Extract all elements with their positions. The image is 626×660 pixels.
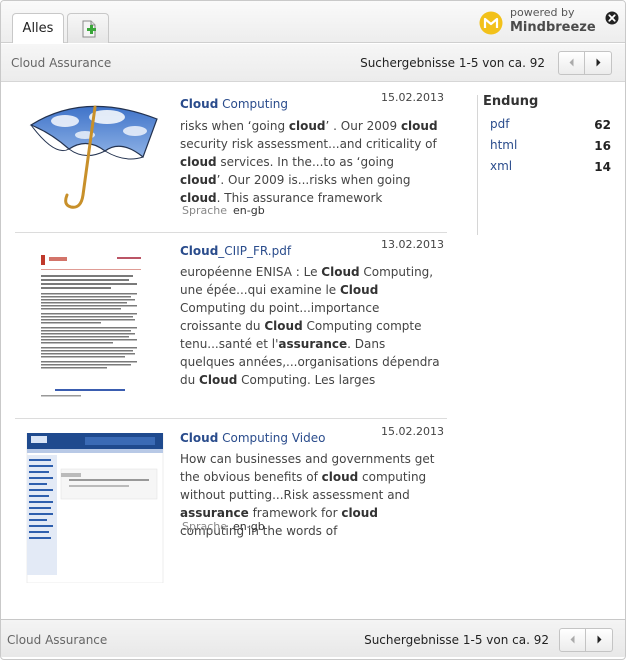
result-title-rest: _CIIP_FR.pdf bbox=[218, 244, 292, 258]
pdf-document-thumbnail[interactable] bbox=[25, 249, 165, 399]
results-footer-bar: Cloud Assurance Suchergebnisse 1-5 von c… bbox=[1, 619, 625, 657]
facet-title: Endung bbox=[483, 94, 539, 109]
previous-page-button[interactable] bbox=[560, 629, 586, 651]
result-title-highlight: Cloud bbox=[180, 431, 219, 445]
result-title-highlight: Cloud bbox=[180, 97, 219, 111]
chevron-right-icon bbox=[596, 58, 601, 67]
query-text: Cloud Assurance bbox=[11, 56, 112, 70]
meta-value: en-gb bbox=[233, 520, 265, 533]
result-item: Cloud_CIIP_FR.pdf 13.02.2013 européenne … bbox=[15, 233, 447, 419]
previous-page-button[interactable] bbox=[559, 52, 585, 74]
facet-item-count: 14 bbox=[594, 160, 611, 174]
result-title-rest: Computing bbox=[218, 97, 289, 111]
pager bbox=[559, 628, 613, 652]
result-meta: Sprache en-gb bbox=[182, 204, 265, 217]
facet-item-label: xml bbox=[490, 159, 513, 173]
result-title-link[interactable]: Cloud_CIIP_FR.pdf bbox=[180, 244, 291, 258]
chevron-left-icon bbox=[570, 635, 575, 644]
meta-label: Sprache bbox=[182, 204, 228, 217]
query-text: Cloud Assurance bbox=[7, 633, 108, 647]
result-title-rest: Computing Video bbox=[218, 431, 326, 445]
facet-item-xml[interactable]: xml 14 bbox=[483, 157, 613, 178]
facet-item-label: html bbox=[490, 138, 518, 152]
webpage-thumbnail[interactable] bbox=[25, 433, 165, 583]
meta-label: Sprache bbox=[182, 520, 228, 533]
close-icon[interactable] bbox=[605, 11, 619, 25]
meta-value: en-gb bbox=[233, 204, 265, 217]
result-count: Suchergebnisse 1-5 von ca. 92 bbox=[360, 56, 545, 70]
add-tab-button[interactable] bbox=[67, 13, 109, 43]
mindbreeze-logo-icon bbox=[479, 11, 503, 35]
facet-item-html[interactable]: html 16 bbox=[483, 136, 613, 157]
result-date: 15.02.2013 bbox=[381, 425, 444, 438]
result-snippet: risks when ‘going cloud’ . Our 2009 clou… bbox=[180, 119, 438, 205]
brand: powered by Mindbreeze bbox=[477, 5, 617, 39]
result-item: Cloud Computing 15.02.2013 risks when ‘g… bbox=[15, 83, 447, 233]
facet-item-pdf[interactable]: pdf 62 bbox=[483, 115, 613, 136]
facet-item-count: 62 bbox=[594, 118, 611, 132]
brand-name: Mindbreeze bbox=[510, 20, 596, 35]
tab-bar: Alles powered by Mindbreeze bbox=[1, 1, 625, 43]
results-header-bar: Cloud Assurance Suchergebnisse 1-5 von c… bbox=[1, 44, 625, 82]
result-title-link[interactable]: Cloud Computing bbox=[180, 97, 288, 111]
chevron-left-icon bbox=[569, 58, 574, 67]
next-page-button[interactable] bbox=[586, 52, 612, 74]
chevron-right-icon bbox=[597, 635, 602, 644]
add-document-icon bbox=[82, 20, 96, 38]
brand-powered-by: powered by bbox=[510, 6, 575, 19]
search-widget: Alles powered by Mindbreeze Cloud Assura… bbox=[0, 0, 626, 660]
umbrella-thumbnail[interactable] bbox=[25, 97, 165, 215]
result-title-link[interactable]: Cloud Computing Video bbox=[180, 431, 325, 445]
next-page-button[interactable] bbox=[587, 629, 613, 651]
facet-item-label: pdf bbox=[490, 117, 510, 131]
result-date: 15.02.2013 bbox=[381, 91, 444, 104]
tab-alles[interactable]: Alles bbox=[12, 13, 64, 43]
facet-endung: Endung pdf 62 html 16 xml 14 bbox=[483, 94, 613, 178]
pager bbox=[558, 51, 612, 75]
result-title-highlight: Cloud bbox=[180, 244, 219, 258]
result-meta: Sprache en-gb bbox=[182, 520, 265, 533]
result-item: Cloud Computing Video 15.02.2013 How can… bbox=[15, 419, 447, 589]
result-count: Suchergebnisse 1-5 von ca. 92 bbox=[364, 633, 549, 647]
result-snippet: européenne ENISA : Le Cloud Computing, u… bbox=[180, 265, 440, 387]
facet-item-count: 16 bbox=[594, 139, 611, 153]
result-date: 13.02.2013 bbox=[381, 238, 444, 251]
facet-divider bbox=[477, 95, 478, 235]
